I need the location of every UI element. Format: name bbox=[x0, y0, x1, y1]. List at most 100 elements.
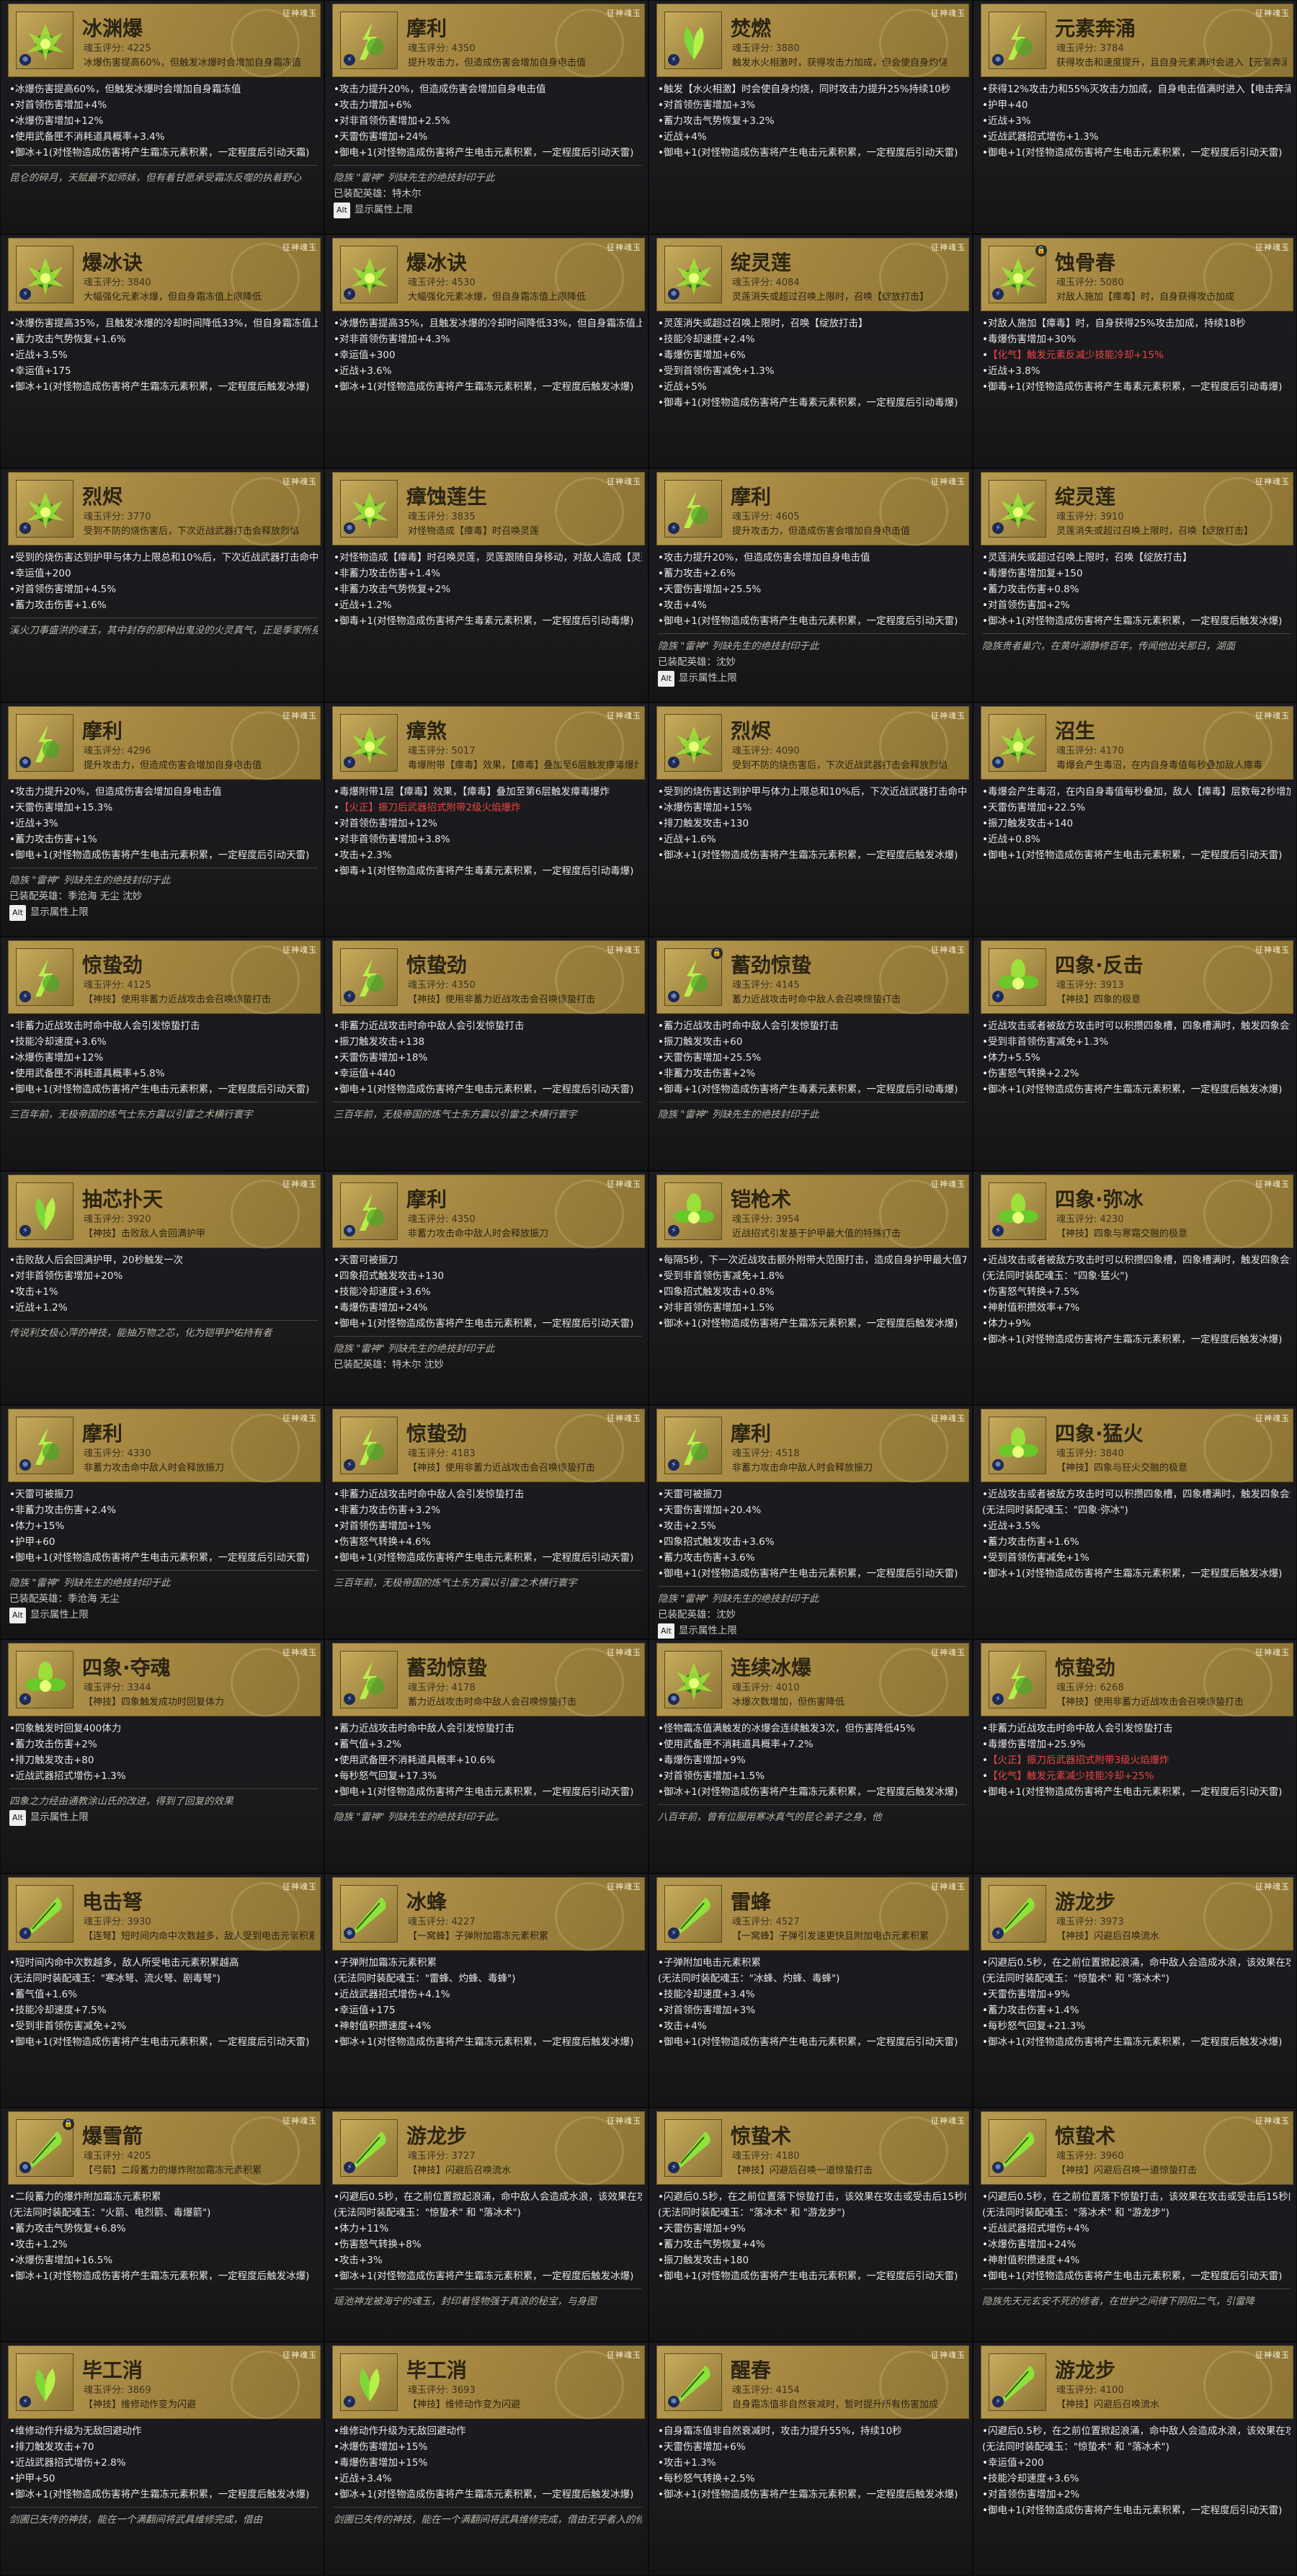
soul-jade-card[interactable]: 征神魂玉 ⚡ 游龙步魂玉评分: 3973 【神技】闪避后召唤流水闪避后0.5秒，在之前… bbox=[973, 1873, 1297, 2108]
card-header: 征神魂玉 ⚡ 铠枪术 魂玉评分: 3954 近战招式引发基于护甲最大值的特殊打击 bbox=[656, 1175, 969, 1249]
alt-key-hint[interactable]: Alt bbox=[658, 671, 674, 687]
card-name: 摩利 bbox=[731, 1422, 772, 1445]
soul-jade-card[interactable]: 征神魂玉 ⚡ 摩利魂玉评分: 4518 非蓄力攻击命中敌人时会释放振刀天雷可被振刀天雷… bbox=[648, 1405, 973, 1639]
card-signature: 征神魂玉 bbox=[282, 711, 317, 721]
stat-line: 御冰+1(对怪物造成伤害将产生霜冻元素积累，一定程度后触发冰爆) bbox=[9, 2487, 318, 2503]
soul-jade-card[interactable]: 征神魂玉 ⚡ 游龙步魂玉评分: 4100 【神技】闪避后召唤流水闪避后0.5秒，在之前… bbox=[973, 2342, 1297, 2576]
soul-jade-card[interactable]: 征神魂玉 ⚡ 蓄劲惊蛰魂玉评分: 4178 蓄力近战攻击时命中敌人会召唤惊蛰打击蓄力近… bbox=[324, 1639, 648, 1873]
soul-jade-card[interactable]: 征神魂玉 ⚡ 毕工消魂玉评分: 3869 【神技】维修动作变为闪避维修动作升级为无敌回… bbox=[0, 2342, 324, 2576]
soul-jade-card[interactable]: 征神魂玉 ❄ 瘴蚀莲生魂玉评分: 3835 对怪物造成【瘴毒】时召唤灵莲对怪物造成【瘴… bbox=[324, 468, 648, 703]
soul-jade-card[interactable]: 征神魂玉 ⚡ 烈烬 魂玉评分: 4090 受到不防的烧伤害后，下次近战武器打击会释放烈焰… bbox=[648, 703, 973, 937]
show-attribute-cap-hint[interactable]: Alt 显示属性上限 bbox=[658, 1623, 966, 1639]
card-signature: 征神魂玉 bbox=[1255, 1648, 1290, 1657]
stat-line: 冰爆伤害增加+12% bbox=[9, 113, 318, 129]
soul-jade-card[interactable]: 征神魂玉 ⚡ 铠枪术魂玉评分: 3954 近战招式引发基于护甲最大值的特殊打击每隔5秒… bbox=[648, 1171, 973, 1405]
stat-line: (无法同时装配魂玉："冰蜂、灼蜂、毒蜂") bbox=[658, 1973, 840, 1984]
soul-jade-card[interactable]: 征神魂玉 ❄ 摩利魂玉评分: 4296 提升攻击力，但造成伤害会增加自身电击值攻击力提… bbox=[0, 703, 324, 937]
soul-jade-card[interactable]: 征神魂玉 ⚡ 惊蛰劲魂玉评分: 4350 【神技】使用非蓄力近战攻击会召唤惊蛰打击非蓄… bbox=[324, 937, 648, 1171]
soul-jade-card[interactable]: 征神魂玉 ⚡ 爆冰诀魂玉评分: 4530 大幅强化元素冰爆，但自身霜冻值上限降低冰爆伤… bbox=[324, 234, 648, 468]
soul-jade-card[interactable]: 征神魂玉 ❄ 连续冰爆魂玉评分: 4010 冰爆次数增加，但伤害降低怪物霜冻值满触发的… bbox=[648, 1639, 973, 1873]
soul-jade-card[interactable]: 征神魂玉 ⚡ 烈烬 魂玉评分: 3770 受到不防的烧伤害后，下次近战武器打击会释放烈焰… bbox=[0, 468, 324, 703]
card-summary: 受到不防的烧伤害后，下次近战武器打击会释放烈焰 bbox=[732, 760, 948, 771]
lore-text: 隐族 "雷神" 列缺先生的绝技封印于此 bbox=[334, 1343, 495, 1355]
alt-key-hint[interactable]: Alt bbox=[334, 202, 350, 218]
soul-jade-card[interactable]: 征神魂玉 ⚡ 瘴煞 魂玉评分: 5017 毒爆附带【瘴毒】效果，【瘴毒】叠加至6层触发瘴… bbox=[324, 703, 648, 937]
show-attribute-cap-hint[interactable]: Alt 显示属性上限 bbox=[9, 1809, 318, 1826]
soul-jade-card[interactable]: 征神魂玉 ⚡ 摩利魂玉评分: 4605 提升攻击力，但造成伤害会增加自身电击值攻击力提… bbox=[648, 468, 973, 703]
card-summary: 【神技】闪避后召唤一道惊蛰打击 bbox=[732, 2165, 873, 2176]
stat-line: 【火正】振刀后武器招式附带3级火焰爆炸 bbox=[982, 1752, 1291, 1768]
lock-icon[interactable]: 🔒 bbox=[711, 948, 723, 959]
soul-jade-card[interactable]: 征神魂玉 ❄ 沼生魂玉评分: 4170 毒爆会产生毒沼，在内自身毒值每秒叠加敌人瘴毒毒… bbox=[973, 703, 1297, 937]
soul-jade-card[interactable]: 征神魂玉 ⚡ 电击弩 魂玉评分: 3930 【连弩】短时间内命中次数越多，敌人受到电击元… bbox=[0, 1873, 324, 2108]
soul-jade-card[interactable]: 征神魂玉 ⚡ 惊蛰劲魂玉评分: 4125 【神技】使用非蓄力近战攻击会召唤惊蛰打击非蓄… bbox=[0, 937, 324, 1171]
alt-key-hint[interactable]: Alt bbox=[9, 1608, 26, 1623]
element-badge-icon: ❄ bbox=[19, 2162, 31, 2173]
lock-icon[interactable]: 🔒 bbox=[63, 2118, 74, 2130]
card-body: 获得12%攻击力和55%灭攻击力加成，自身电击值满时进入【电击奔涌】状态，期间自… bbox=[982, 81, 1291, 161]
soul-jade-card[interactable]: 征神魂玉 ❄ 摩利魂玉评分: 4330 非蓄力攻击命中敌人时会释放振刀天雷可被振刀非蓄… bbox=[0, 1405, 324, 1639]
card-header: 征神魂玉 ⚡ 惊蛰劲 魂玉评分: 4125 【神技】使用非蓄力近战攻击会召唤惊蛰打击 bbox=[8, 940, 321, 1015]
soul-jade-card[interactable]: 征神魂玉❄🔒爆雪箭魂玉评分: 4205【弓箭】二段蓄力的爆炸附加霜冻元素积累二段… bbox=[0, 2108, 324, 2342]
soul-jade-card[interactable]: 征神魂玉 ⚡ 爆冰诀魂玉评分: 3840 大幅强化元素冰爆，但自身霜冻值上限降低冰爆伤… bbox=[0, 234, 324, 468]
alt-key-hint[interactable]: Alt bbox=[9, 905, 26, 921]
soul-jade-card[interactable]: 征神魂玉 ❄ 醒春魂玉评分: 4154 自身霜冻值非自然衰减时，暂时提升所有伤害加成自… bbox=[648, 2342, 973, 2576]
stat-line: 蓄力近战攻击时命中敌人会引发惊蛰打击 bbox=[334, 1721, 642, 1737]
soul-jade-card[interactable]: 征神魂玉 ❄ 四象·猛火魂玉评分: 3840 【神技】四象与狂火交融的极意近战攻击或者… bbox=[973, 1405, 1297, 1639]
card-signature: 征神魂玉 bbox=[931, 9, 966, 18]
card-signature: 征神魂玉 bbox=[607, 243, 641, 252]
stat-line: 近战+4% bbox=[658, 129, 966, 145]
divider bbox=[9, 1570, 318, 1571]
card-header: 征神魂玉 ❄ 🔒 爆雪箭 魂玉评分: 4205 【弓箭】二段蓄力的爆炸附加霜冻元素积累 bbox=[8, 2111, 321, 2185]
card-icon-frame: ❄ bbox=[16, 714, 73, 772]
stat-line: 体力+5.5% bbox=[982, 1050, 1291, 1066]
soul-jade-card[interactable]: 征神魂玉⚡🔒蚀骨春魂玉评分: 5080对敌人施加【瘴毒】时，自身获得攻击加成对敌… bbox=[973, 234, 1297, 468]
soul-jade-card[interactable]: 征神魂玉 ⚡ 惊蛰劲魂玉评分: 4183 【神技】使用非蓄力近战攻击会召唤惊蛰打击非蓄… bbox=[324, 1405, 648, 1639]
soul-jade-card[interactable]: 征神魂玉 ⚡ 四象·夺魂魂玉评分: 3344 【神技】四象触发成功时回复体力四象触发时… bbox=[0, 1639, 324, 1873]
show-attribute-cap-hint[interactable]: Alt 显示属性上限 bbox=[9, 1607, 318, 1623]
card-body: 维修动作升级为无敌回避动作冰爆伤害增加+15%毒爆伤害增加+15%近战+3.4%… bbox=[334, 2423, 642, 2528]
stat-line: 对首领伤害增加+3% bbox=[658, 2002, 966, 2018]
card-name: 爆雪箭 bbox=[82, 2124, 143, 2148]
soul-jade-card[interactable]: 征神魂玉⚡绽灵莲魂玉评分: 3910灵莲消失或超过召唤上限时，召唤【绽放打击】灵… bbox=[973, 468, 1297, 703]
show-attribute-cap-hint[interactable]: Alt 显示属性上限 bbox=[658, 670, 966, 687]
card-signature: 征神魂玉 bbox=[282, 945, 317, 955]
stat-line: 御电+1(对怪物造成伤害将产生电击元素积累，一定程度后引动天雷) bbox=[9, 847, 318, 863]
stat-line: 御电+1(对怪物造成伤害将产生电击元素积累，一定程度后引动天雷) bbox=[334, 1550, 642, 1566]
stat-line: 天雷伤害增加+18% bbox=[334, 1050, 642, 1066]
lore-text: 隐族 "雷神" 列缺先生的绝技封印于此 bbox=[658, 1593, 819, 1605]
stat-line: 近战+0.8% bbox=[982, 832, 1291, 847]
soul-jade-card[interactable]: 征神魂玉❄🔒蓄劲惊蛰魂玉评分: 4145蓄力近战攻击时命中敌人会召唤惊蛰打击蓄力… bbox=[648, 937, 973, 1171]
soul-jade-card[interactable]: 征神魂玉 ❄ 惊蛰术魂玉评分: 3960 【神技】闪避后召唤一道惊蛰打击闪避后0.5秒… bbox=[973, 2108, 1297, 2342]
stat-line: 攻击+4% bbox=[658, 2018, 966, 2034]
soul-jade-card[interactable]: 征神魂玉 ⚡ 焚燃 魂玉评分: 3880 触发水火相激时，获得攻击力加成，但会使自身灼烧… bbox=[648, 0, 973, 234]
lock-icon[interactable]: 🔒 bbox=[1035, 245, 1047, 257]
stat-line: 天雷可被振刀 bbox=[9, 1487, 318, 1502]
soul-jade-card[interactable]: 征神魂玉 ⚡ 四象·反击魂玉评分: 3913 【神技】四象的极意近战攻击或者被敌方攻击… bbox=[973, 937, 1297, 1171]
element-badge-icon: ⚡ bbox=[992, 1927, 1004, 1939]
soul-jade-card[interactable]: 征神魂玉 ⚡ 游龙步魂玉评分: 3727 【神技】闪避后召唤流水闪避后0.5秒，在之前… bbox=[324, 2108, 648, 2342]
show-attribute-cap-hint[interactable]: Alt 显示属性上限 bbox=[334, 202, 642, 218]
soul-jade-card[interactable]: 征神魂玉 ⚡ 抽芯扑天魂玉评分: 3920 【神技】击败敌人会回满护甲击败敌人后会回满… bbox=[0, 1171, 324, 1405]
card-name: 蚀骨春 bbox=[1055, 251, 1116, 275]
stat-line: 攻击+1% bbox=[9, 1284, 318, 1300]
soul-jade-card[interactable]: 征神魂玉 ⚡ 惊蛰劲魂玉评分: 6268 【神技】使用非蓄力近战攻击会召唤惊蛰打击非蓄… bbox=[973, 1639, 1297, 1873]
card-icon-frame: ⚡ bbox=[16, 1182, 73, 1240]
soul-jade-card[interactable]: 征神魂玉 ❄ 摩利魂玉评分: 4350 非蓄力攻击命中敌人时会释放振刀天雷可被振刀四象… bbox=[324, 1171, 648, 1405]
alt-key-hint[interactable]: Alt bbox=[658, 1623, 674, 1639]
show-attribute-cap-hint[interactable]: Alt 显示属性上限 bbox=[9, 904, 318, 921]
alt-key-hint[interactable]: Alt bbox=[9, 1810, 26, 1826]
element-badge-icon: ⚡ bbox=[344, 757, 355, 768]
soul-jade-card[interactable]: 征神魂玉 ❄ 冰渊爆 魂玉评分: 4225 冰爆伤害提高60%，但触发冰爆时会增加自身霜… bbox=[0, 0, 324, 234]
soul-jade-card[interactable]: 征神魂玉❄绽灵莲魂玉评分: 4084灵莲消失或超过召唤上限时，召唤【绽放打击】灵… bbox=[648, 234, 973, 468]
soul-jade-card[interactable]: 征神魂玉 ⚡ 毕工消魂玉评分: 3693 【神技】维修动作变为闪避维修动作升级为无敌回… bbox=[324, 2342, 648, 2576]
soul-jade-card[interactable]: 征神魂玉 ❄ 元素奔涌 魂玉评分: 3784 获得攻击和速度提升，且自身元素满时会进入【… bbox=[973, 0, 1297, 234]
element-badge-icon: ❄ bbox=[19, 54, 31, 66]
card-header: 征神魂玉 ❄ 沼生 魂玉评分: 4170 毒爆会产生毒沼，在内自身毒值每秒叠加敌人瘴毒 bbox=[981, 706, 1293, 780]
card-score: 魂玉评分: 4205 bbox=[84, 2151, 151, 2162]
soul-jade-card[interactable]: 征神魂玉 ❄ 冰蜂魂玉评分: 4227 【一窝蜂】子弹附加霜冻元素积累子弹附加霜冻元素… bbox=[324, 1873, 648, 2108]
soul-jade-card[interactable]: 征神魂玉 ⚡ 四象·弥冰魂玉评分: 4230 【神技】四象与寒霜交融的极意近战攻击或者… bbox=[973, 1171, 1297, 1405]
soul-jade-card[interactable]: 征神魂玉 ⚡ 摩利魂玉评分: 4350 提升攻击力，但造成伤害会增加自身电击值攻击力提… bbox=[324, 0, 648, 234]
soul-jade-card[interactable]: 征神魂玉 ⚡ 惊蛰术魂玉评分: 4180 【神技】闪避后召唤一道惊蛰打击闪避后0.5秒… bbox=[648, 2108, 973, 2342]
soul-jade-card[interactable]: 征神魂玉 ⚡ 雷蜂魂玉评分: 4527 【一窝蜂】子弹引发速更快且附加电击元素积累子弹… bbox=[648, 1873, 973, 2108]
